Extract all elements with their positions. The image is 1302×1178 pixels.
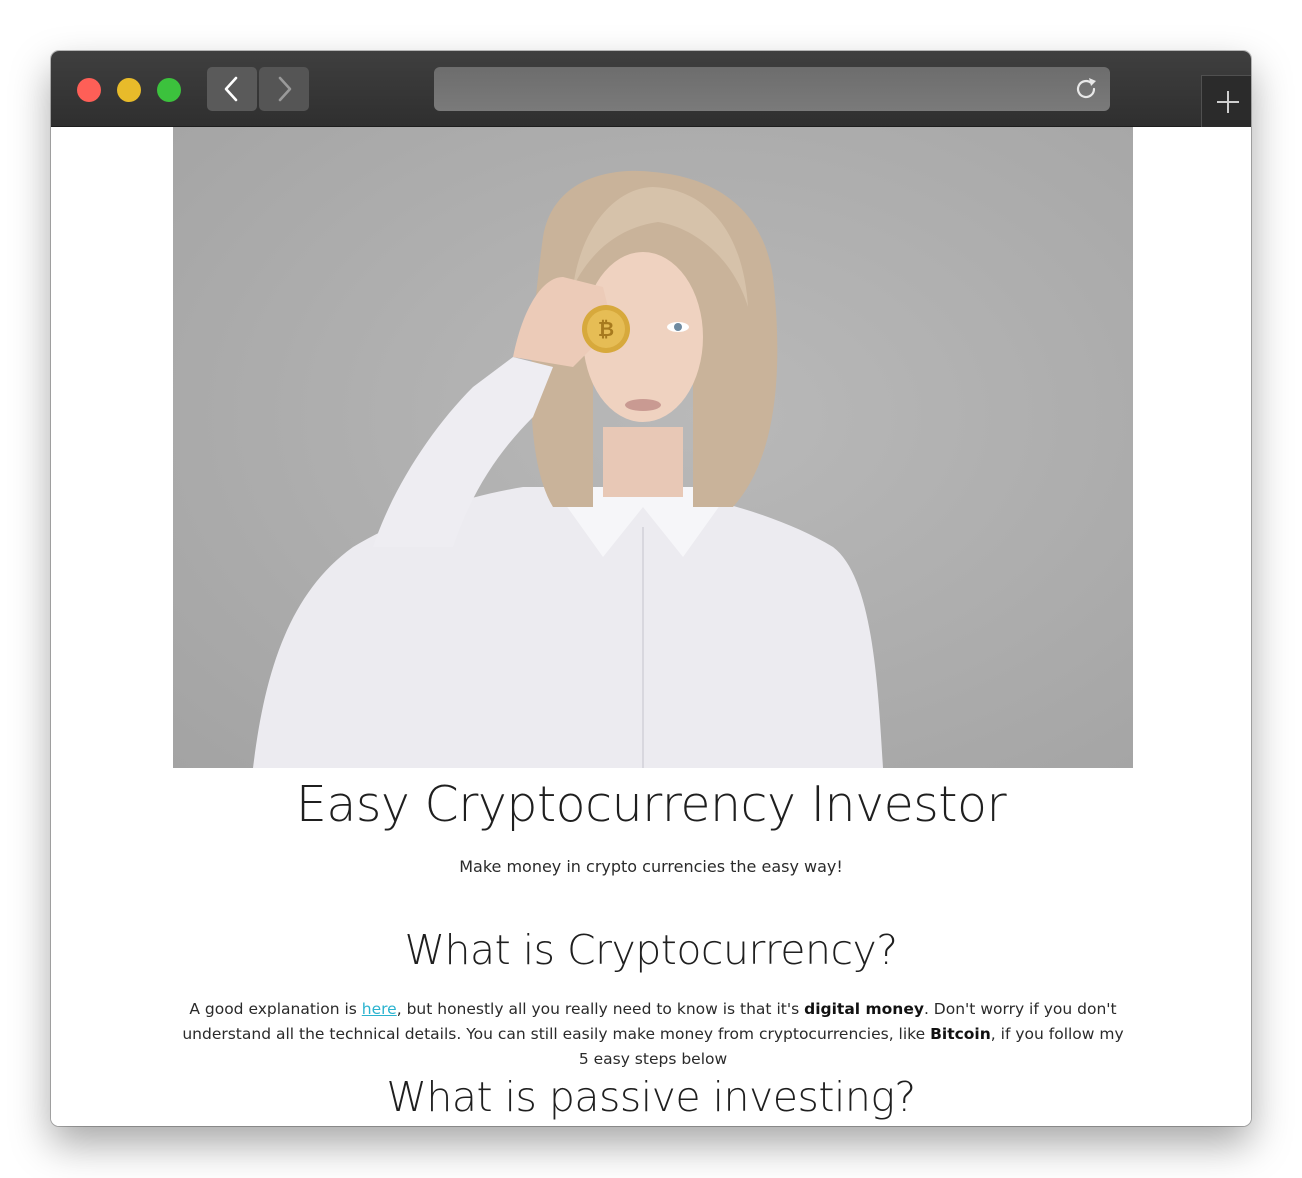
new-tab-button[interactable] <box>1201 75 1251 127</box>
section-heading-what-is-cryptocurrency: What is Cryptocurrency? <box>404 926 898 974</box>
chevron-left-icon <box>224 76 238 102</box>
browser-window: ₿ Easy Cryptocurrency Investor Make mone… <box>51 51 1251 1126</box>
hero-image: ₿ <box>173 127 1133 768</box>
back-button[interactable] <box>207 67 257 111</box>
address-bar[interactable] <box>434 67 1110 111</box>
close-window-button[interactable] <box>77 78 101 102</box>
browser-titlebar <box>51 51 1251 127</box>
plus-icon <box>1217 90 1239 113</box>
explanation-link[interactable]: here <box>362 1000 397 1018</box>
reload-icon <box>1076 78 1096 99</box>
page-content: ₿ Easy Cryptocurrency Investor Make mone… <box>51 127 1251 1126</box>
paragraph-text: , but honestly all you really need to kn… <box>396 1000 805 1018</box>
page-title: Easy Cryptocurrency Investor <box>295 776 1007 833</box>
section-heading-passive-investing: What is passive investing? <box>386 1073 916 1121</box>
woman-with-bitcoin-illustration: ₿ <box>253 170 883 768</box>
reload-button[interactable] <box>1072 75 1100 103</box>
bold-bitcoin: Bitcoin <box>930 1025 991 1043</box>
bold-digital-money: digital money <box>804 1000 924 1018</box>
section-paragraph-cryptocurrency: A good explanation is here, but honestly… <box>179 997 1127 1072</box>
svg-text:₿: ₿ <box>598 317 614 341</box>
minimize-window-button[interactable] <box>117 78 141 102</box>
forward-button[interactable] <box>259 67 309 111</box>
page-subtitle: Make money in crypto currencies the easy… <box>459 857 843 876</box>
zoom-window-button[interactable] <box>157 78 181 102</box>
paragraph-text: A good explanation is <box>189 1000 362 1018</box>
chevron-right-icon <box>278 76 292 102</box>
